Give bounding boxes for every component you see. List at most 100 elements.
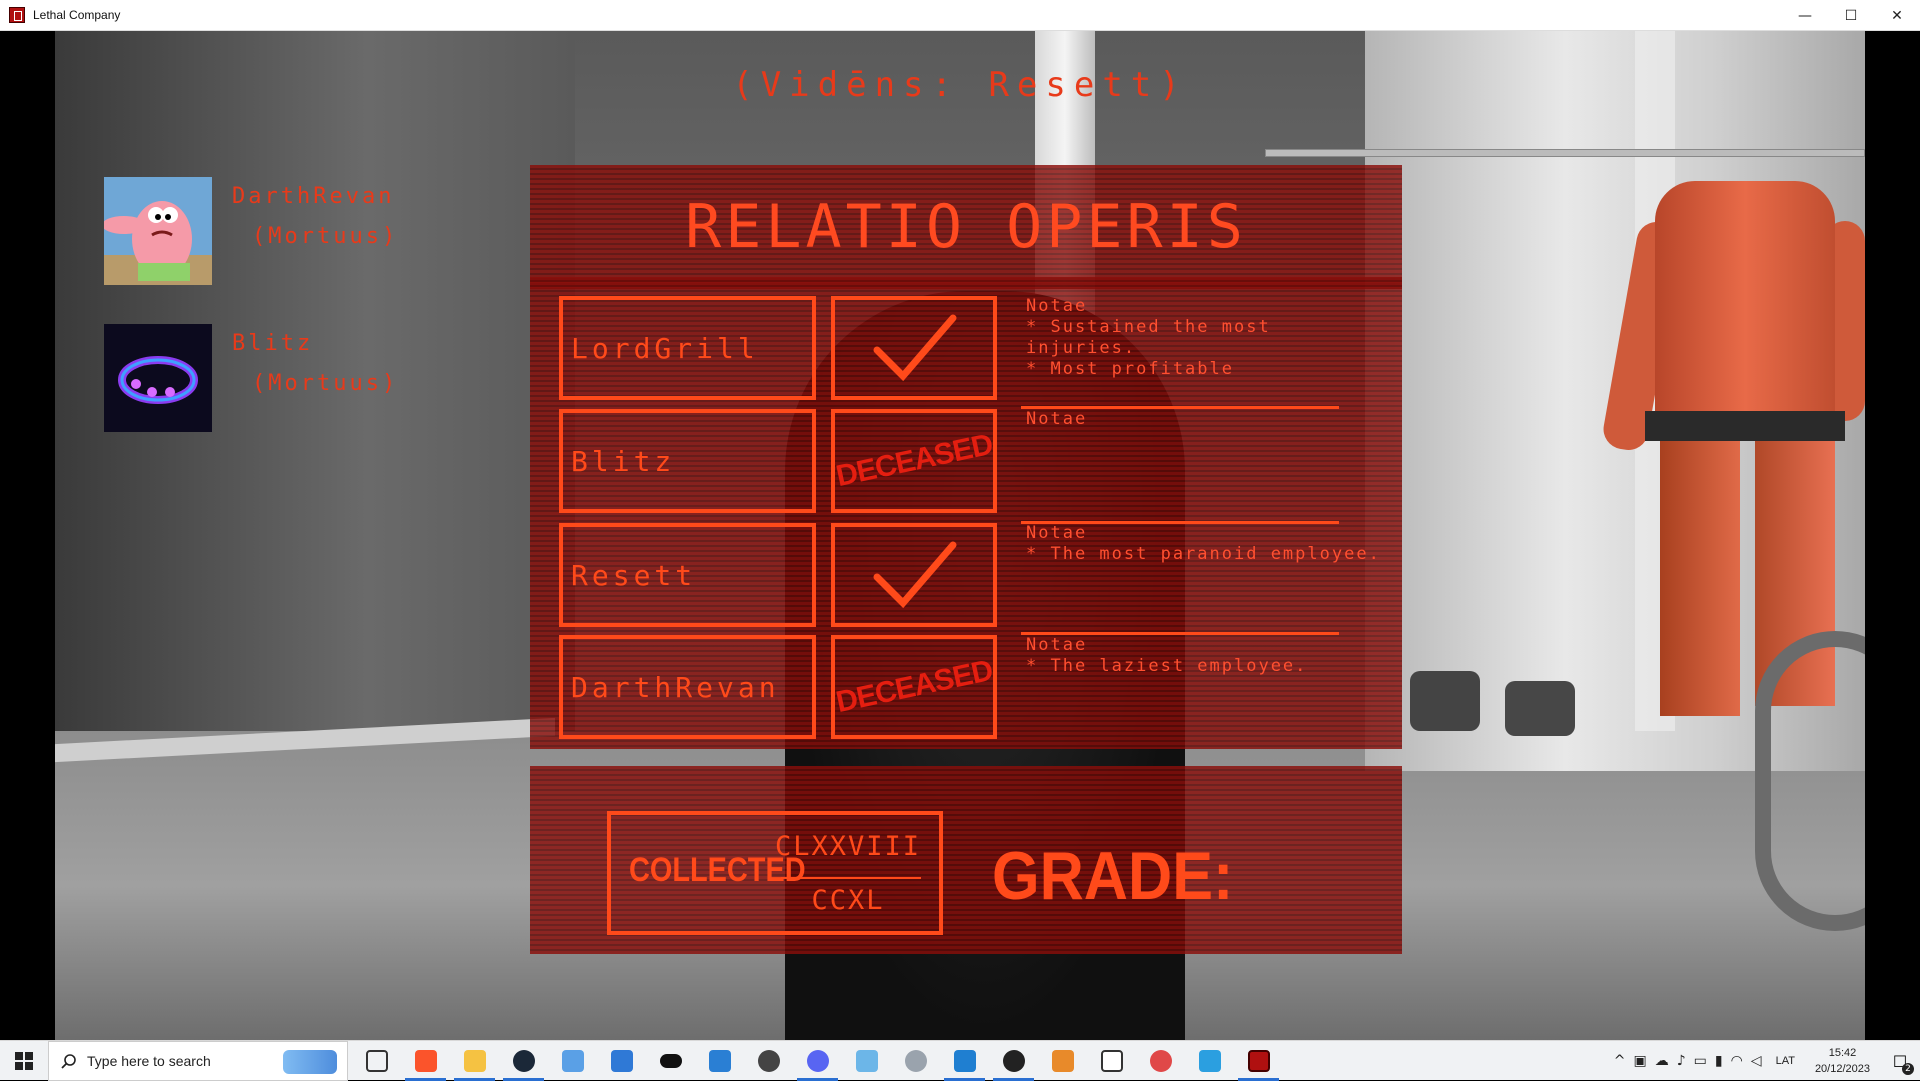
collected-total: CCXL [811,885,885,916]
lethal-company-app-icon [9,7,25,23]
notification-button[interactable]: ☐ 2 [1880,1041,1920,1081]
boot [1505,681,1575,736]
suit-belt [1645,411,1845,441]
note-line: * The laziest employee. [1026,656,1308,676]
window-title: Lethal Company [33,8,121,22]
employee-status [831,523,997,627]
wifi-icon[interactable]: ◠ [1731,1053,1743,1069]
fraction-bar [781,877,921,879]
sublime-icon[interactable] [1038,1041,1087,1081]
snip-icon[interactable] [1136,1041,1185,1081]
scene-pipe [1755,631,1865,931]
file-explorer-icon[interactable] [450,1041,499,1081]
search-icon [61,1053,76,1069]
taskbar: Type here to search ^ ▣ ☁ ♪ ▭ ▮ ◠ ◁ LAT … [0,1040,1920,1081]
app-round-icon[interactable] [891,1041,940,1081]
employee-row: Resett Notae * The most paranoid employe… [559,523,1431,627]
obs-icon[interactable] [989,1041,1038,1081]
notes-label: Notae [1026,635,1088,655]
checkmark-icon [873,314,957,382]
search-highlight-icon [283,1049,337,1074]
camera-icon[interactable]: ▣ [1633,1053,1646,1069]
window-controls: — ☐ ✕ [1782,0,1920,31]
orange-suit [1655,181,1835,441]
brave-icon[interactable] [401,1041,450,1081]
lethal-company-icon[interactable] [1234,1041,1283,1081]
player-info: DarthRevan (Mortuus) [232,177,398,285]
notes-label: Notae [1026,409,1088,429]
collected-value: CLXXVIII [774,831,922,862]
employee-row: DarthRevan DECEASED Notae * The laziest … [559,635,1431,739]
photos-icon[interactable] [695,1041,744,1081]
discord-icon[interactable] [793,1041,842,1081]
language-indicator[interactable]: LAT [1776,1055,1795,1067]
cloud-icon[interactable]: ☁ [1655,1053,1669,1069]
suit-leg [1660,436,1740,716]
app-blue-icon[interactable] [1185,1041,1234,1081]
employee-notes: Notae * Sustained the most injuries. * M… [1026,296,1426,380]
start-button[interactable] [0,1041,48,1081]
note-line: injuries. [1026,338,1137,358]
notes-label: Notae [1026,296,1088,316]
player-entry: Blitz (Mortuus) [104,324,398,432]
pinned-apps [352,1041,1283,1081]
window-titlebar: Lethal Company — ☐ ✕ [0,0,1920,31]
employee-notes: Notae * The laziest employee. [1026,635,1426,677]
player-name: DarthRevan [232,184,395,209]
note-line: * Sustained the most [1026,317,1271,337]
player-avatar [104,177,212,285]
windows-icon [15,1051,33,1070]
battery-icon[interactable]: ▮ [1715,1053,1723,1069]
clock-time: 15:42 [1828,1047,1857,1059]
player-status: (Mortuus) [252,371,399,396]
deceased-stamp: DECEASED [832,427,995,494]
employee-name: Resett [559,523,816,627]
volume-icon[interactable]: ◁ [1751,1053,1762,1069]
notes-label: Notae [1026,523,1088,543]
employee-status: DECEASED [831,409,997,513]
player-status: (Mortuus) [252,224,399,249]
employee-name: DarthRevan [559,635,816,739]
app-window-icon-2[interactable] [597,1041,646,1081]
notification-count: 2 [1902,1063,1914,1075]
task-view-icon[interactable] [352,1041,401,1081]
employee-name: LordGrill [559,296,816,400]
display-icon[interactable]: ▭ [1694,1053,1707,1069]
player-info: Blitz (Mortuus) [232,324,398,432]
close-button[interactable]: ✕ [1874,0,1920,31]
game-viewport[interactable]: (Vidēns: Resett) DarthRevan (Mortuus) Bl… [0,31,1920,1040]
suit-rack-rail [1265,149,1865,157]
collected-box: COLLECTED CLXXVIII CCXL [607,811,943,935]
neon-ring-avatar-icon [104,324,212,432]
employee-notes: Notae [1026,409,1426,430]
deceased-stamp: DECEASED [832,653,995,720]
checkmark-icon [873,541,957,609]
note-line: * The most paranoid employee. [1026,544,1381,564]
employee-notes: Notae * The most paranoid employee. [1026,523,1426,565]
microphone-icon[interactable]: ♪ [1677,1053,1686,1069]
steam-icon[interactable] [499,1041,548,1081]
player-name: Blitz [232,331,314,356]
patrick-avatar-icon [104,177,212,285]
vscode-icon[interactable] [940,1041,989,1081]
oculus-icon[interactable] [646,1041,695,1081]
settings-icon[interactable] [744,1041,793,1081]
employee-row: Blitz DECEASED Notae [559,409,1431,513]
monitor-icon[interactable] [1087,1041,1136,1081]
maximize-button[interactable]: ☐ [1828,0,1874,31]
grade-label: GRADE: [992,838,1234,914]
chevron-up-icon[interactable]: ^ [1614,1053,1626,1069]
employee-status [831,296,997,400]
minimize-button[interactable]: — [1782,0,1828,31]
search-placeholder: Type here to search [87,1052,211,1069]
employee-name: Blitz [559,409,816,513]
taskbar-search[interactable]: Type here to search [48,1040,348,1081]
spectating-label: (Vidēns: Resett) [732,65,1188,105]
app-window-icon[interactable] [548,1041,597,1081]
note-line: * Most profitable [1026,359,1234,379]
employee-row: LordGrill Notae * Sustained the most inj… [559,296,1431,400]
clock[interactable]: 15:42 20/12/2023 [1815,1045,1870,1077]
report-title: RELATIO OPERIS [685,192,1247,262]
notepad-icon[interactable] [842,1041,891,1081]
player-entry: DarthRevan (Mortuus) [104,177,398,285]
